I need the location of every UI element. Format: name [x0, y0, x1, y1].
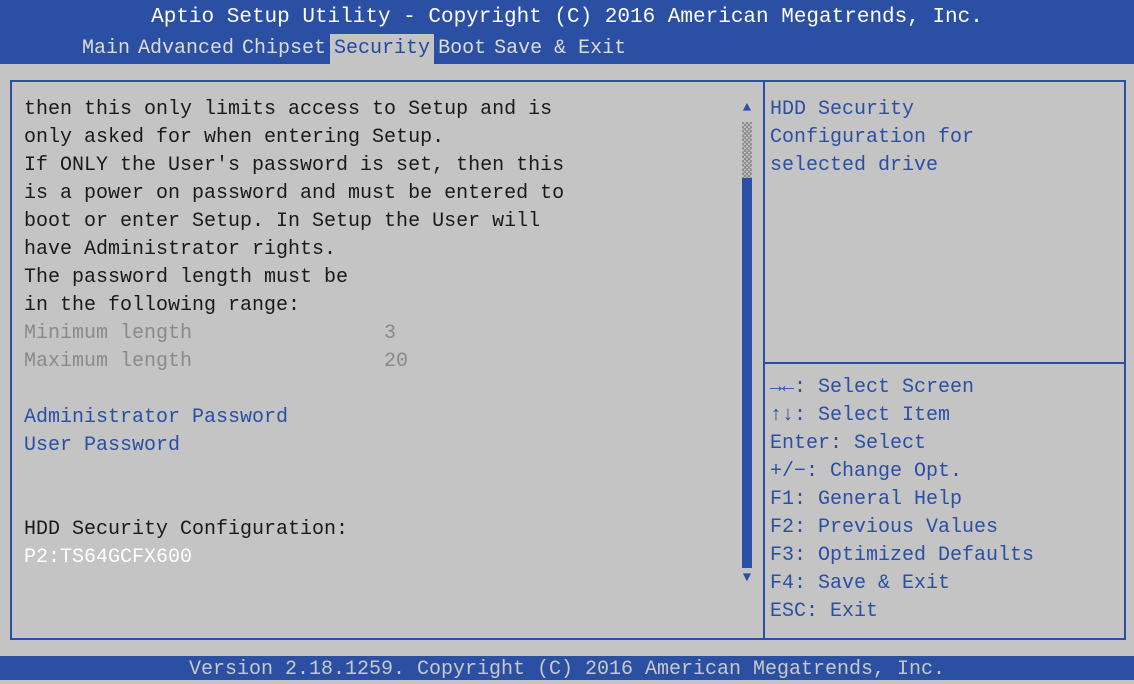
- scroll-down-icon[interactable]: ▼: [740, 570, 754, 586]
- tab-advanced[interactable]: Advanced: [134, 34, 238, 64]
- help-description-line: HDD Security: [770, 98, 915, 121]
- max-length-label: Maximum length: [24, 350, 193, 373]
- help-key-f3: F3: Optimized Defaults: [770, 544, 1035, 567]
- description-line: is a power on password and must be enter…: [24, 182, 565, 205]
- help-description-line: selected drive: [770, 154, 939, 177]
- min-length-value: 3: [384, 322, 397, 345]
- hdd-drive-item[interactable]: P2:TS64GCFX600: [24, 544, 192, 572]
- scroll-up-icon[interactable]: ▲: [740, 100, 754, 116]
- scroll-track-pattern: [742, 122, 752, 178]
- description-line: only asked for when entering Setup.: [24, 126, 445, 149]
- help-key-f1: F1: General Help: [770, 488, 963, 511]
- tab-bar: Main Advanced Chipset Security Boot Save & Ex…: [78, 34, 630, 64]
- administrator-password-item[interactable]: Administrator Password: [24, 404, 288, 432]
- tab-boot[interactable]: Boot: [434, 34, 490, 64]
- version-footer: Version 2.18.1259. Copyright (C) 2016 Am…: [0, 656, 1134, 681]
- help-key-select-item: ↑↓: Select Item: [770, 404, 951, 427]
- tab-save-exit[interactable]: Save & Exit: [490, 34, 630, 64]
- min-length-label: Minimum length: [24, 322, 193, 345]
- description-line: If ONLY the User's password is set, then…: [24, 154, 565, 177]
- description-line: The password length must be: [24, 266, 349, 289]
- help-divider: [765, 362, 1125, 364]
- help-key-f4: F4: Save & Exit: [770, 572, 951, 595]
- user-password-item[interactable]: User Password: [24, 432, 180, 460]
- description-line: then this only limits access to Setup an…: [24, 98, 553, 121]
- tab-security[interactable]: Security: [330, 34, 435, 64]
- help-key-change-opt: +/−: Change Opt.: [770, 460, 963, 483]
- hdd-security-heading: HDD Security Configuration:: [24, 518, 349, 541]
- help-key-enter: Enter: Select: [770, 432, 927, 455]
- tab-chipset[interactable]: Chipset: [238, 34, 330, 64]
- window-title: Aptio Setup Utility - Copyright (C) 2016…: [151, 6, 983, 29]
- panel-divider: [763, 80, 765, 640]
- description-line: have Administrator rights.: [24, 238, 337, 261]
- help-key-select-screen: →←: Select Screen: [770, 376, 975, 399]
- title-bar: Aptio Setup Utility - Copyright (C) 2016…: [0, 0, 1134, 64]
- max-length-value: 20: [384, 350, 409, 373]
- tab-main[interactable]: Main: [78, 34, 134, 64]
- description-line: in the following range:: [24, 294, 301, 317]
- scrollbar[interactable]: ▲ ▼: [740, 100, 754, 590]
- help-key-esc: ESC: Exit: [770, 600, 879, 623]
- help-description-line: Configuration for: [770, 126, 975, 149]
- scroll-thumb[interactable]: [742, 178, 752, 568]
- help-key-f2: F2: Previous Values: [770, 516, 999, 539]
- description-line: boot or enter Setup. In Setup the User w…: [24, 210, 541, 233]
